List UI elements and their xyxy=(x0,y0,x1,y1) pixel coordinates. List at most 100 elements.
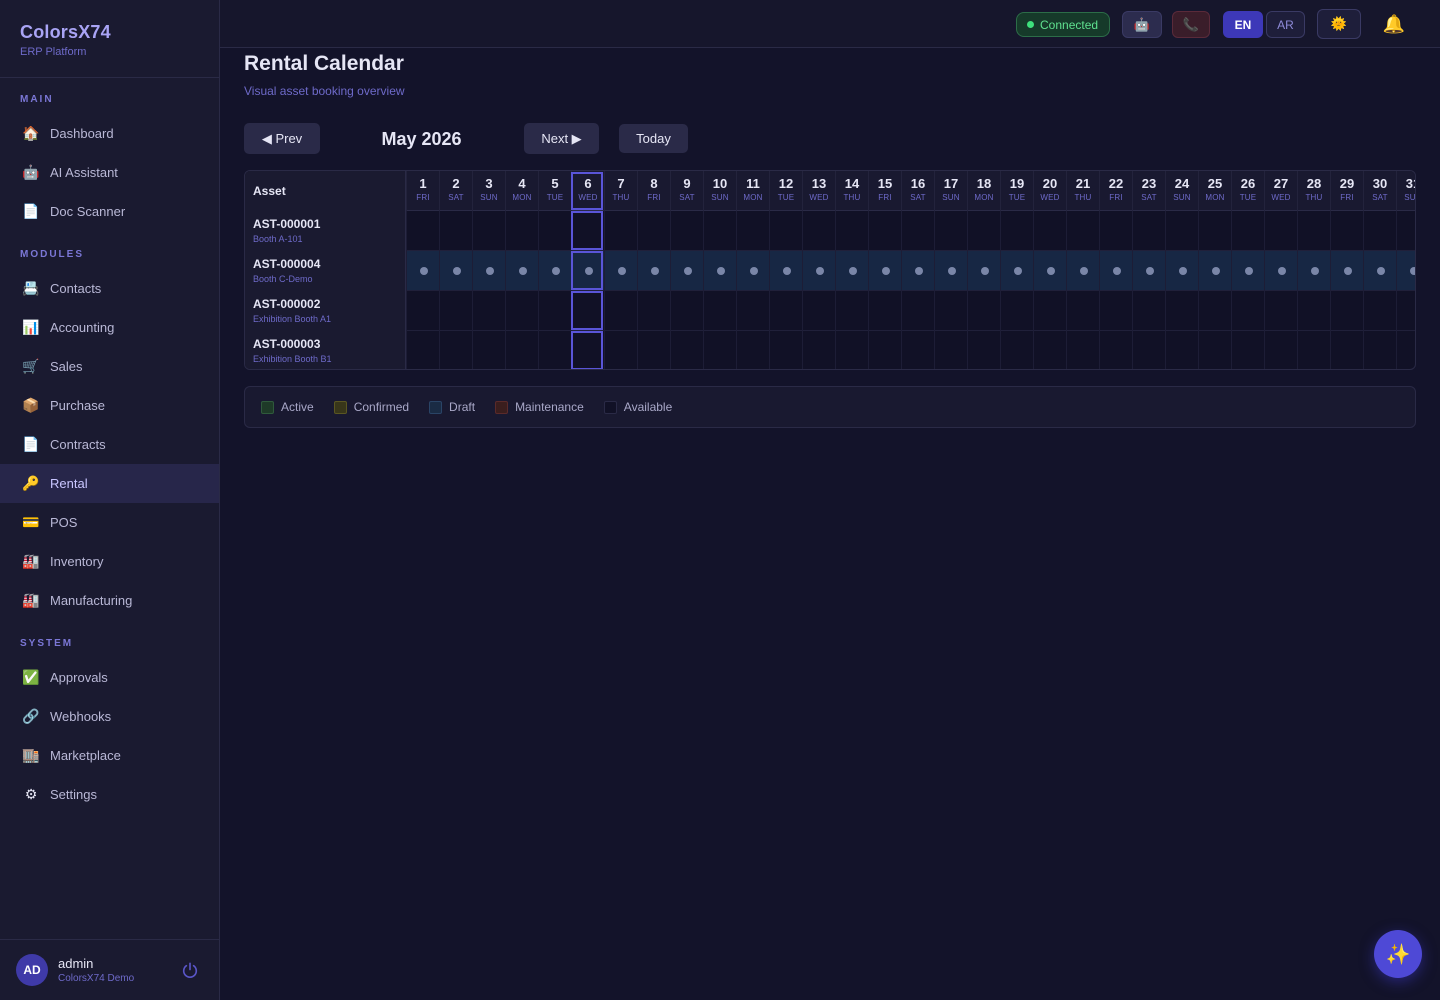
available-day-cell[interactable] xyxy=(1165,211,1198,251)
sidebar-item-doc-scanner[interactable]: 📄 Doc Scanner xyxy=(0,192,219,231)
asset-cell[interactable]: AST-000003 Exhibition Booth B1 xyxy=(245,331,406,369)
available-day-cell[interactable] xyxy=(406,211,439,251)
sidebar-item-inventory[interactable]: 🏭 Inventory xyxy=(0,542,219,581)
booked-day-cell[interactable] xyxy=(439,251,472,291)
booked-day-cell[interactable] xyxy=(1264,251,1297,291)
available-day-cell[interactable] xyxy=(901,331,934,369)
available-day-cell[interactable] xyxy=(1066,331,1099,369)
available-day-cell[interactable] xyxy=(1396,291,1415,331)
available-day-cell[interactable] xyxy=(769,211,802,251)
power-icon[interactable] xyxy=(181,961,199,979)
booked-day-cell[interactable] xyxy=(571,251,604,291)
available-day-cell[interactable] xyxy=(1165,331,1198,369)
available-day-cell[interactable] xyxy=(1066,211,1099,251)
available-day-cell[interactable] xyxy=(604,211,637,251)
available-day-cell[interactable] xyxy=(1165,291,1198,331)
available-day-cell[interactable] xyxy=(1396,331,1415,369)
available-day-cell[interactable] xyxy=(1330,291,1363,331)
available-day-cell[interactable] xyxy=(1099,211,1132,251)
available-day-cell[interactable] xyxy=(967,211,1000,251)
booked-day-cell[interactable] xyxy=(835,251,868,291)
notifications-button[interactable]: 🔔 xyxy=(1383,13,1405,35)
available-day-cell[interactable] xyxy=(1132,331,1165,369)
asset-cell[interactable]: AST-000001 Booth A-101 xyxy=(245,211,406,251)
available-day-cell[interactable] xyxy=(670,291,703,331)
next-month-button[interactable]: Next ▶ xyxy=(524,123,599,154)
booked-day-cell[interactable] xyxy=(472,251,505,291)
available-day-cell[interactable] xyxy=(1099,331,1132,369)
ai-assistant-button[interactable]: 🤖 xyxy=(1122,11,1162,38)
available-day-cell[interactable] xyxy=(439,291,472,331)
sidebar-item-marketplace[interactable]: 🏬 Marketplace xyxy=(0,736,219,775)
available-day-cell[interactable] xyxy=(505,291,538,331)
sidebar-item-webhooks[interactable]: 🔗 Webhooks xyxy=(0,697,219,736)
available-day-cell[interactable] xyxy=(802,331,835,369)
available-day-cell[interactable] xyxy=(1264,331,1297,369)
available-day-cell[interactable] xyxy=(736,211,769,251)
available-day-cell[interactable] xyxy=(835,291,868,331)
booked-day-cell[interactable] xyxy=(736,251,769,291)
available-day-cell[interactable] xyxy=(1066,291,1099,331)
available-day-cell[interactable] xyxy=(472,331,505,369)
theme-toggle-button[interactable]: 🌞 xyxy=(1317,9,1361,39)
booked-day-cell[interactable] xyxy=(967,251,1000,291)
sidebar-item-manufacturing[interactable]: 🏭 Manufacturing xyxy=(0,581,219,620)
available-day-cell[interactable] xyxy=(1000,331,1033,369)
available-day-cell[interactable] xyxy=(571,291,604,331)
available-day-cell[interactable] xyxy=(1330,331,1363,369)
available-day-cell[interactable] xyxy=(538,211,571,251)
available-day-cell[interactable] xyxy=(1297,331,1330,369)
available-day-cell[interactable] xyxy=(637,331,670,369)
available-day-cell[interactable] xyxy=(571,331,604,369)
available-day-cell[interactable] xyxy=(637,291,670,331)
booked-day-cell[interactable] xyxy=(703,251,736,291)
available-day-cell[interactable] xyxy=(835,331,868,369)
available-day-cell[interactable] xyxy=(1198,331,1231,369)
sidebar-item-rental[interactable]: 🔑 Rental xyxy=(0,464,219,503)
booked-day-cell[interactable] xyxy=(505,251,538,291)
today-button[interactable]: Today xyxy=(619,124,688,153)
available-day-cell[interactable] xyxy=(1297,211,1330,251)
available-day-cell[interactable] xyxy=(670,211,703,251)
available-day-cell[interactable] xyxy=(901,291,934,331)
booked-day-cell[interactable] xyxy=(406,251,439,291)
booked-day-cell[interactable] xyxy=(1363,251,1396,291)
available-day-cell[interactable] xyxy=(769,331,802,369)
available-day-cell[interactable] xyxy=(1033,211,1066,251)
available-day-cell[interactable] xyxy=(604,291,637,331)
booked-day-cell[interactable] xyxy=(934,251,967,291)
lang-ar-button[interactable]: AR xyxy=(1266,11,1305,38)
booked-day-cell[interactable] xyxy=(1033,251,1066,291)
available-day-cell[interactable] xyxy=(736,291,769,331)
available-day-cell[interactable] xyxy=(1363,211,1396,251)
sidebar-item-settings[interactable]: ⚙ Settings xyxy=(0,775,219,814)
booked-day-cell[interactable] xyxy=(538,251,571,291)
available-day-cell[interactable] xyxy=(538,331,571,369)
available-day-cell[interactable] xyxy=(934,291,967,331)
booked-day-cell[interactable] xyxy=(1132,251,1165,291)
available-day-cell[interactable] xyxy=(802,291,835,331)
available-day-cell[interactable] xyxy=(901,211,934,251)
booked-day-cell[interactable] xyxy=(1165,251,1198,291)
available-day-cell[interactable] xyxy=(802,211,835,251)
booked-day-cell[interactable] xyxy=(1231,251,1264,291)
available-day-cell[interactable] xyxy=(703,211,736,251)
available-day-cell[interactable] xyxy=(472,211,505,251)
booked-day-cell[interactable] xyxy=(670,251,703,291)
sidebar-item-contracts[interactable]: 📄 Contracts xyxy=(0,425,219,464)
available-day-cell[interactable] xyxy=(868,331,901,369)
available-day-cell[interactable] xyxy=(934,331,967,369)
available-day-cell[interactable] xyxy=(538,291,571,331)
booked-day-cell[interactable] xyxy=(802,251,835,291)
available-day-cell[interactable] xyxy=(1363,291,1396,331)
available-day-cell[interactable] xyxy=(1297,291,1330,331)
lang-en-button[interactable]: EN xyxy=(1223,11,1263,38)
sidebar-item-ai-assistant[interactable]: 🤖 AI Assistant xyxy=(0,153,219,192)
booked-day-cell[interactable] xyxy=(637,251,670,291)
asset-cell[interactable]: AST-000004 Booth C-Demo xyxy=(245,251,406,291)
available-day-cell[interactable] xyxy=(703,331,736,369)
available-day-cell[interactable] xyxy=(1198,291,1231,331)
available-day-cell[interactable] xyxy=(439,211,472,251)
available-day-cell[interactable] xyxy=(868,291,901,331)
available-day-cell[interactable] xyxy=(604,331,637,369)
